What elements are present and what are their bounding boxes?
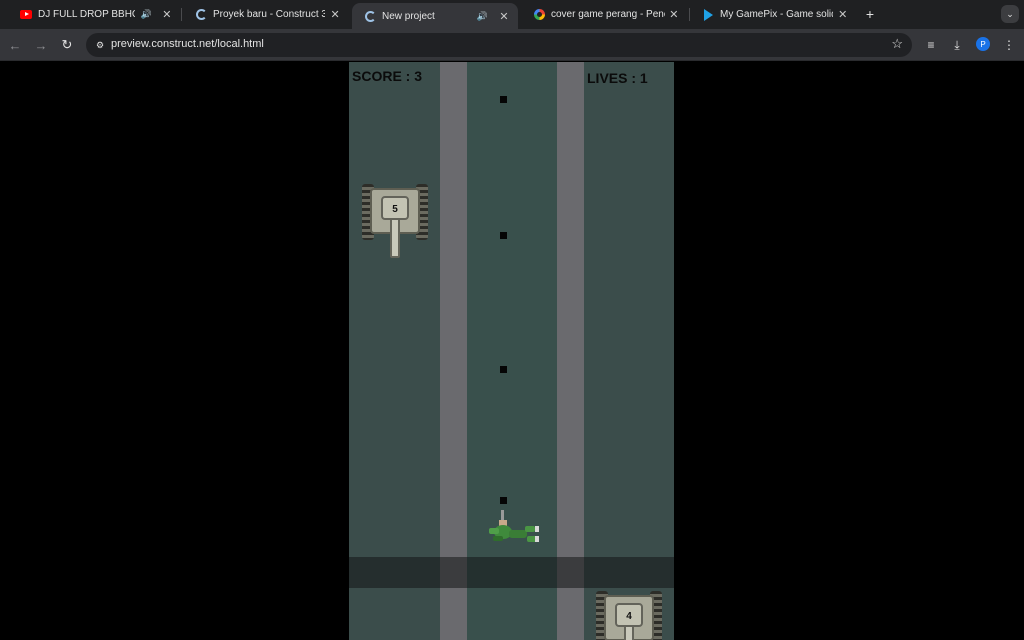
lives-label: LIVES : 1 (587, 70, 648, 86)
road-left (440, 62, 467, 640)
url-text[interactable]: preview.construct.net/local.html (111, 38, 264, 50)
tab-strip: DJ FULL DROP BBHC JJ 🔊 ✕ Proyek baru - C… (0, 0, 1024, 29)
tab-google-search[interactable]: cover game perang - Penelus ✕ (521, 3, 687, 26)
bullet (500, 232, 507, 239)
close-icon[interactable]: ✕ (329, 8, 341, 21)
tab-gamepix[interactable]: My GamePix - Game solider- ✕ (690, 3, 856, 26)
lane-middle (467, 62, 557, 640)
new-tab-button[interactable]: + (863, 7, 877, 21)
bottom-zone (349, 557, 674, 588)
enemy-tank: 5 (360, 180, 430, 260)
page-viewport: SCORE : 3 LIVES : 1 5 4 (0, 62, 1024, 640)
enemy-tank: 4 (594, 587, 664, 640)
tab-title: cover game perang - Penelus (551, 9, 665, 20)
address-bar[interactable]: ⚙ preview.construct.net/local.html ☆ (86, 33, 912, 57)
tab-youtube[interactable]: DJ FULL DROP BBHC JJ 🔊 ✕ (8, 3, 180, 26)
tab-new-project[interactable]: New project 🔊 ✕ (352, 3, 518, 29)
tab-title: My GamePix - Game solider- (720, 9, 833, 20)
tab-search-button[interactable]: ⌄ (1001, 5, 1019, 23)
tank-barrel (390, 216, 400, 258)
game-canvas[interactable]: SCORE : 3 LIVES : 1 5 4 (349, 62, 674, 640)
bookmark-star-icon[interactable]: ☆ (891, 36, 903, 52)
speaker-icon[interactable]: 🔊 (477, 11, 488, 22)
speaker-icon[interactable]: 🔊 (141, 9, 152, 20)
tank-hp-label: 5 (392, 204, 398, 215)
tank-hp-label: 4 (626, 611, 632, 622)
browser-toolbar: ← → ↻ ⚙ preview.construct.net/local.html… (0, 29, 1024, 61)
soldier-sprite (489, 510, 539, 542)
close-icon[interactable]: ✕ (669, 8, 679, 21)
tab-construct[interactable]: Proyek baru - Construct 3 ✕ (183, 3, 349, 26)
tab-title: New project (382, 10, 435, 22)
gamepix-icon (702, 8, 714, 21)
back-button[interactable]: ← (6, 36, 24, 54)
site-info-icon[interactable]: ⚙ (93, 38, 107, 52)
road-right (557, 62, 584, 640)
tab-title: Proyek baru - Construct 3 (213, 9, 326, 20)
tab-title: DJ FULL DROP BBHC JJ (38, 9, 135, 20)
download-icon[interactable]: ⤓ (948, 36, 966, 54)
player-soldier[interactable] (485, 510, 541, 550)
close-icon[interactable]: ✕ (498, 10, 510, 23)
reload-button[interactable]: ↻ (58, 36, 76, 54)
browser-menu-icon[interactable]: ⋮ (1000, 36, 1018, 54)
forward-button[interactable]: → (32, 36, 50, 54)
construct-icon (195, 9, 207, 21)
score-label: SCORE : 3 (352, 68, 423, 84)
google-icon (533, 9, 545, 21)
close-icon[interactable]: ✕ (837, 8, 848, 21)
bullet (500, 497, 507, 504)
media-control-icon[interactable]: ≡ (922, 36, 940, 54)
close-icon[interactable]: ✕ (162, 8, 172, 21)
construct-icon (364, 10, 376, 22)
bullet (500, 96, 507, 103)
tab-separator (181, 8, 182, 21)
profile-avatar[interactable]: P (976, 37, 990, 51)
bullet (500, 366, 507, 373)
youtube-icon (20, 9, 32, 21)
